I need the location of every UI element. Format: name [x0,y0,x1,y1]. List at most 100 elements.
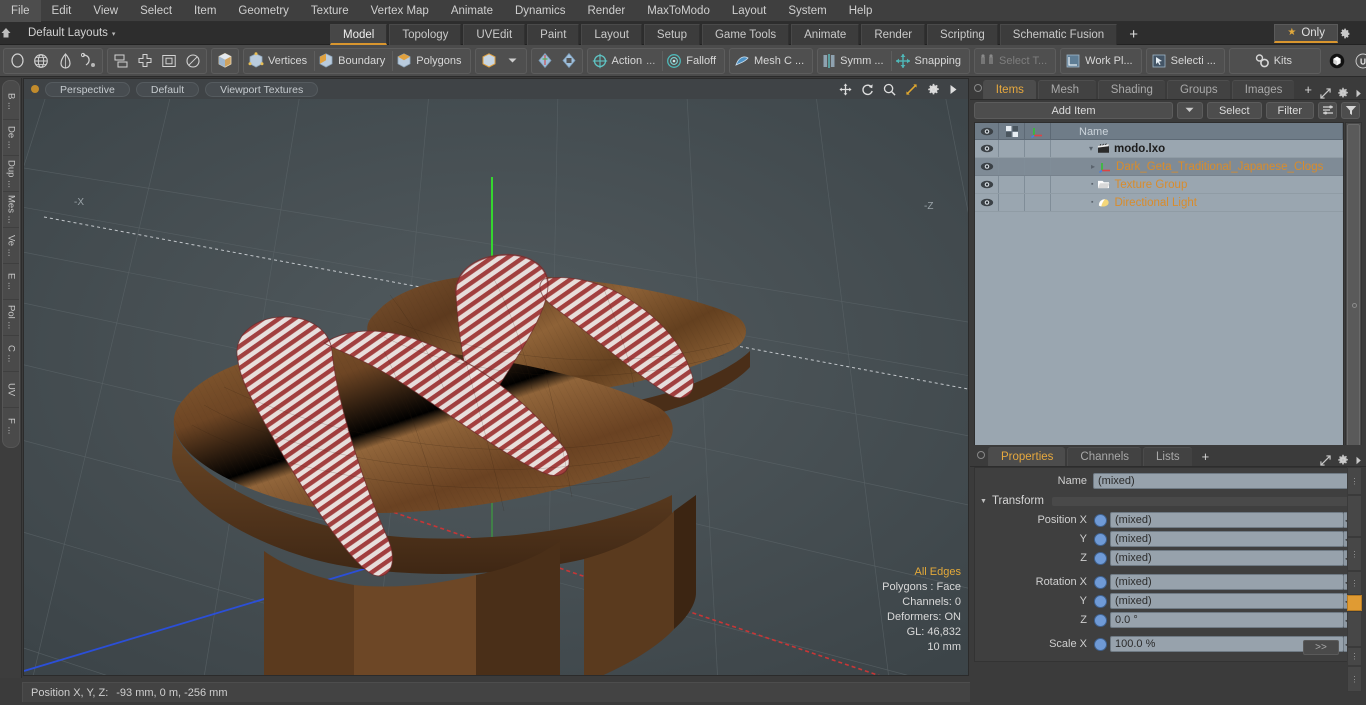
rotation-y-input[interactable]: (mixed) [1110,593,1344,609]
name-input[interactable]: (mixed) [1093,473,1355,489]
modo-badge-icon[interactable] [1325,49,1349,73]
left-tab-deform[interactable]: De ... [3,120,19,156]
position-z-input[interactable]: (mixed) [1110,550,1344,566]
menu-item-select[interactable]: Select [129,0,183,22]
position-y-input[interactable]: (mixed) [1110,531,1344,547]
symmetry-button[interactable]: Symm ... [819,49,890,73]
work-plane-button[interactable]: Work Pl... [1062,49,1139,73]
tab-paint[interactable]: Paint [527,23,580,45]
left-tab-polygon[interactable]: Pol ... [3,300,19,336]
tab-lists[interactable]: Lists [1143,447,1192,466]
menu-item-view[interactable]: View [82,0,129,22]
gear-icon[interactable] [927,83,940,96]
panel-menu-dot-icon[interactable] [974,77,983,99]
select-through-button[interactable]: Select T... [976,49,1054,73]
menu-item-dynamics[interactable]: Dynamics [504,0,576,22]
grip-handle-active[interactable] [1347,595,1362,611]
rotation-z-input[interactable]: 0.0 ° [1110,612,1344,628]
table-row[interactable]: ▾ modo.lxo [975,140,1343,158]
home-icon[interactable] [0,27,22,39]
move-icon[interactable] [839,82,852,96]
menu-item-help[interactable]: Help [838,0,884,22]
viewport-projection-selector[interactable]: Perspective [45,81,130,97]
table-row[interactable]: ▪ Directional Light [975,194,1343,212]
menu-item-render[interactable]: Render [576,0,636,22]
left-tab-basic[interactable]: B ... [3,84,19,120]
tab-schematic-fusion[interactable]: Schematic Fusion [999,23,1118,45]
add-item-dropdown[interactable] [1176,101,1203,119]
left-tab-edge[interactable]: E ... [3,264,19,300]
play-arrow-icon[interactable] [949,84,958,95]
channel-key-dot[interactable] [1094,613,1107,627]
menu-item-edit[interactable]: Edit [41,0,83,22]
row-render-cell[interactable] [999,140,1025,157]
tab-channels[interactable]: Channels [1067,447,1142,466]
row-transform-cell[interactable] [1025,176,1051,193]
tab-shading[interactable]: Shading [1097,80,1165,99]
fit-expand-icon[interactable] [905,83,918,96]
tab-properties[interactable]: Properties [988,447,1066,466]
grip-handle[interactable]: ⋮ [1347,571,1362,595]
tab-scripting[interactable]: Scripting [927,23,998,45]
expander-icon[interactable]: ▪ [1091,181,1093,188]
expander-icon[interactable]: ▪ [1091,199,1093,206]
curve-pen-icon[interactable] [77,49,101,73]
teardrop-icon[interactable] [53,49,77,73]
row-transform-cell[interactable] [1025,158,1051,175]
tab-images[interactable]: Images [1231,80,1295,99]
viewport-menu-dot-icon[interactable] [31,85,39,93]
tab-model[interactable]: Model [330,23,388,45]
tab-groups[interactable]: Groups [1166,80,1230,99]
grip-handle[interactable] [1347,495,1362,537]
rotate-icon[interactable] [861,83,874,96]
left-tab-vertex[interactable]: Ve ... [3,228,19,264]
row-render-cell[interactable] [999,158,1025,175]
default-layouts-selector[interactable]: Default Layouts ▾ [22,27,115,39]
cube-item-icon[interactable] [213,49,237,73]
grip-handle[interactable]: ⋮ [1347,666,1362,692]
left-tab-curve[interactable]: C ... [3,336,19,372]
chevron-down-icon[interactable] [501,49,525,73]
menu-item-layout[interactable]: Layout [721,0,778,22]
tab-render[interactable]: Render [861,23,926,45]
chevron-right-icon[interactable] [1355,456,1362,465]
funnel-filter-icon[interactable] [1341,101,1360,119]
menu-item-maxtomodo[interactable]: MaxToModo [636,0,721,22]
mesh-constraint-button[interactable]: Mesh C ... [731,49,811,73]
tab-items[interactable]: Items [982,80,1036,99]
vertices-button[interactable]: Vertices [245,49,314,73]
channel-key-dot[interactable] [1094,513,1107,527]
table-row[interactable]: ▸ Dark_Geta_Traditional_Japanese_Clogs [975,158,1343,176]
row-name-cell[interactable]: ▪ Directional Light [1051,194,1343,211]
panel-menu-dot-icon[interactable] [974,444,988,466]
expander-icon[interactable]: ▾ [1089,144,1093,153]
globe-sphere-icon[interactable] [29,49,53,73]
tab-topology[interactable]: Topology [389,23,462,45]
menu-item-geometry[interactable]: Geometry [227,0,300,22]
select-through-a-icon[interactable] [533,49,557,73]
row-render-cell[interactable] [999,194,1025,211]
list-options-icon[interactable] [1318,101,1337,119]
channel-key-dot[interactable] [1094,575,1107,589]
row-name-cell[interactable]: ▾ modo.lxo [1051,140,1343,157]
channel-key-dot[interactable] [1094,551,1107,565]
row-visibility-toggle[interactable] [975,158,999,175]
channel-key-dot[interactable] [1094,532,1107,546]
add-layout-tab-button[interactable]: + [1119,24,1148,45]
snapping-button[interactable]: Snapping [892,49,969,73]
viewport-shading-selector[interactable]: Viewport Textures [205,81,319,97]
circle-shape-icon[interactable] [5,49,29,73]
left-tab-mesh-edit[interactable]: Mes ... [3,192,19,228]
expand-arrows-icon[interactable] [1320,87,1331,99]
tab-animate[interactable]: Animate [791,23,860,45]
gear-icon[interactable] [1338,27,1362,40]
row-name-cell[interactable]: ▪ Texture Group [1051,176,1343,193]
only-toggle-button[interactable]: ★ Only [1274,23,1338,43]
array-icon[interactable] [157,49,181,73]
tab-mesh-ops[interactable]: Mesh Ops [1037,80,1096,115]
menu-item-file[interactable]: File [0,0,41,22]
expand-arrows-icon[interactable] [1320,454,1331,466]
selection-set-button[interactable]: Selecti ... [1148,49,1223,73]
transform-section-header[interactable]: ▼ Transform [975,493,1361,509]
cube-mode-icon[interactable] [477,49,501,73]
